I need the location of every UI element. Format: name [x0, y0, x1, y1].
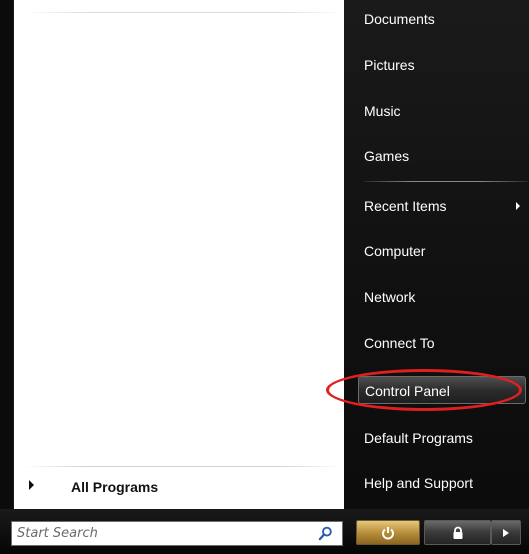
submenu-arrow-icon	[516, 202, 520, 210]
menu-item-computer[interactable]: Computer	[364, 237, 524, 265]
menu-item-label: Computer	[364, 243, 426, 259]
power-icon	[382, 526, 394, 539]
menu-item-label: Help and Support	[364, 475, 473, 491]
menu-item-connect-to[interactable]: Connect To	[364, 329, 524, 357]
menu-item-label: Recent Items	[364, 198, 447, 214]
menu-item-pictures[interactable]: Pictures	[364, 51, 524, 79]
start-search-input[interactable]	[14, 524, 315, 543]
menu-item-documents[interactable]: Documents	[364, 5, 524, 33]
start-search-box[interactable]	[11, 521, 343, 546]
menu-item-recent-items[interactable]: Recent Items	[364, 192, 524, 220]
menu-item-label: Music	[364, 103, 401, 119]
lock-button[interactable]	[424, 520, 491, 545]
menu-item-label: Default Programs	[364, 430, 473, 446]
menu-item-music[interactable]: Music	[364, 97, 524, 125]
places-pane: Documents Pictures Music Games Recent It…	[344, 0, 529, 509]
triangle-right-icon	[29, 480, 34, 490]
menu-item-label: Network	[364, 289, 416, 305]
menu-item-label: Control Panel	[365, 383, 450, 399]
arrow-right-icon	[503, 528, 509, 537]
separator	[24, 12, 344, 13]
menu-item-default-programs[interactable]: Default Programs	[364, 424, 524, 452]
all-programs-button[interactable]: All Programs	[20, 474, 340, 504]
separator	[364, 181, 528, 182]
power-button[interactable]	[356, 520, 420, 545]
menu-item-control-panel[interactable]: Control Panel	[358, 376, 526, 404]
menu-item-label: Connect To	[364, 335, 435, 351]
menu-item-label: Documents	[364, 11, 435, 27]
menu-item-label: Pictures	[364, 57, 415, 73]
all-programs-label: All Programs	[71, 479, 159, 495]
lock-icon	[453, 526, 462, 539]
menu-item-network[interactable]: Network	[364, 283, 524, 311]
separator	[24, 466, 342, 467]
shutdown-options-button[interactable]	[491, 520, 521, 545]
programs-pane: All Programs	[13, 0, 345, 509]
search-icon[interactable]	[318, 526, 333, 541]
menu-item-games[interactable]: Games	[364, 142, 524, 170]
menu-item-help-and-support[interactable]: Help and Support	[364, 469, 524, 497]
menu-item-label: Games	[364, 148, 410, 164]
